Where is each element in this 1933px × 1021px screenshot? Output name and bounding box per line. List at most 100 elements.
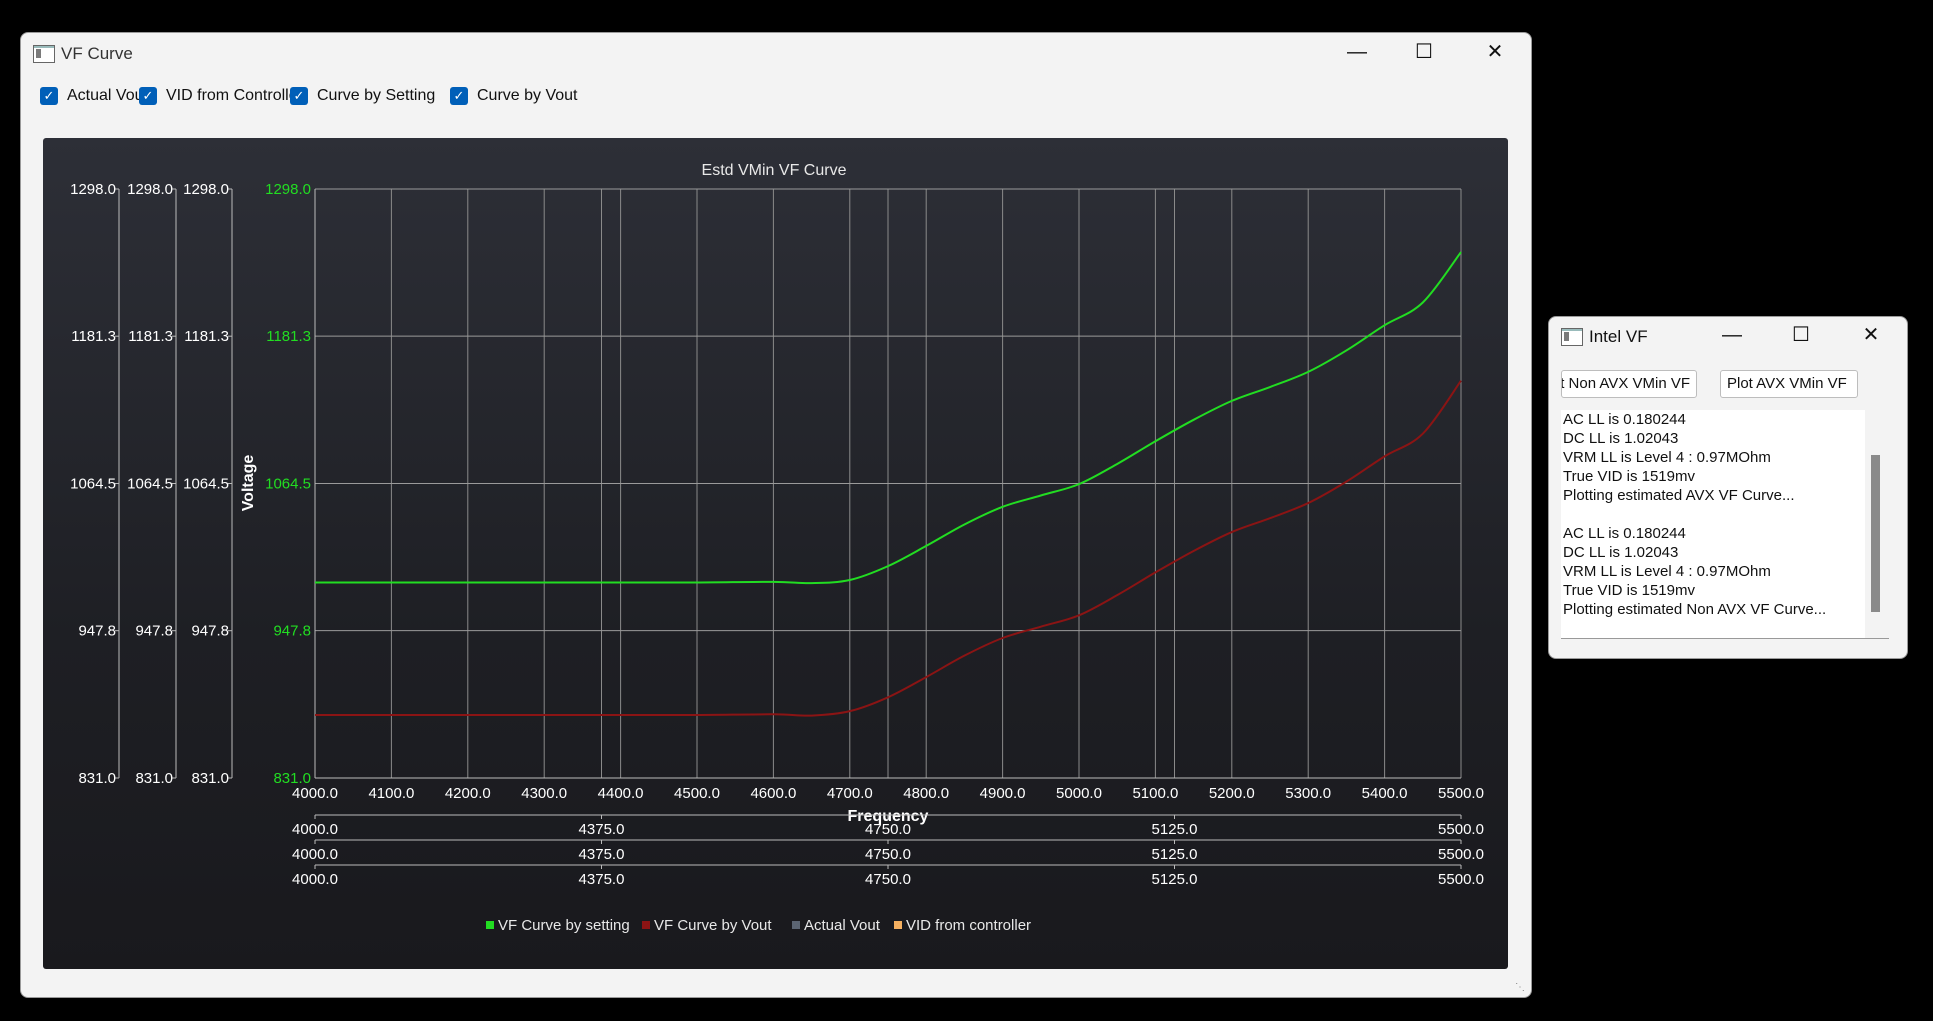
checkbox-check-icon: ✓ xyxy=(450,87,468,105)
y-axis-label: Voltage xyxy=(240,455,257,512)
x-tick-label: 5500.0 xyxy=(1438,846,1484,863)
x-tick-label: 4400.0 xyxy=(598,785,644,802)
log-line: VRM LL is Level 4 : 0.97MOhm xyxy=(1563,563,1771,580)
chart-panel: Estd VMin VF Curve Voltage Frequency 400… xyxy=(43,138,1508,969)
x-tick-label: 4750.0 xyxy=(865,871,911,888)
y-tick-label: 947.8 xyxy=(273,623,311,640)
checkbox-label: VID from Controller xyxy=(166,87,291,104)
y-tick-label: 1064.5 xyxy=(183,476,229,493)
checkbox-actual-vout[interactable]: ✓ Actual Vout xyxy=(40,85,144,107)
log-line: True VID is 1519mv xyxy=(1563,582,1695,599)
log-output[interactable]: AC LL is 0.180244 DC LL is 1.02043 VRM L… xyxy=(1561,410,1865,638)
x-tick-label: 5100.0 xyxy=(1132,785,1178,802)
x-tick-label: 5125.0 xyxy=(1152,846,1198,863)
checkbox-check-icon: ✓ xyxy=(139,87,157,105)
legend-label: Actual Vout xyxy=(804,917,881,934)
plot-non-avx-label: Plot Non AVX VMin VF xyxy=(1562,375,1690,392)
x-tick-label: 4375.0 xyxy=(579,846,625,863)
log-line: DC LL is 1.02043 xyxy=(1563,430,1679,447)
x-tick-label: 5500.0 xyxy=(1438,785,1484,802)
checkbox-label: Actual Vout xyxy=(67,87,144,104)
y-tick-label: 1181.3 xyxy=(266,328,311,345)
x-tick-label: 4750.0 xyxy=(865,846,911,863)
y-tick-label: 1181.3 xyxy=(71,328,116,345)
y-tick-label: 1298.0 xyxy=(70,181,116,198)
x-tick-label: 5200.0 xyxy=(1209,785,1255,802)
x-tick-label: 5000.0 xyxy=(1056,785,1102,802)
log-line: AC LL is 0.180244 xyxy=(1563,525,1686,542)
vf-chart: Estd VMin VF Curve Voltage Frequency 400… xyxy=(70,162,1484,934)
minimize-icon[interactable]: — xyxy=(1719,322,1745,348)
x-tick-label: 4800.0 xyxy=(903,785,949,802)
y-tick-label: 831.0 xyxy=(78,770,116,787)
y-tick-label: 831.0 xyxy=(191,770,229,787)
checkbox-label: Curve by Setting xyxy=(317,87,436,104)
checkbox-vid-from-controller[interactable]: ✓ VID from Controller xyxy=(139,85,291,107)
plot-avx-label: Plot AVX VMin VF xyxy=(1727,375,1847,392)
log-line: Plotting estimated AVX VF Curve... xyxy=(1563,487,1795,504)
checkbox-check-icon: ✓ xyxy=(40,87,58,105)
checkbox-label: Curve by Vout xyxy=(477,87,578,104)
log-line: Plotting estimated Non AVX VF Curve... xyxy=(1563,601,1827,618)
y-tick-label: 1181.3 xyxy=(128,328,173,345)
x-tick-label: 5500.0 xyxy=(1438,821,1484,838)
y-tick-label: 1298.0 xyxy=(183,181,229,198)
y-tick-label: 1064.5 xyxy=(70,476,116,493)
maximize-icon[interactable]: ☐ xyxy=(1788,322,1814,348)
x-tick-label: 4375.0 xyxy=(579,871,625,888)
x-tick-label: 4000.0 xyxy=(292,871,338,888)
log-bottom-border xyxy=(1561,638,1889,639)
close-icon[interactable]: ✕ xyxy=(1858,322,1884,348)
side-titlebar[interactable]: Intel VF — ☐ ✕ xyxy=(1549,317,1907,361)
y-tick-label: 947.8 xyxy=(191,623,229,640)
x-tick-label: 4600.0 xyxy=(750,785,796,802)
x-tick-label: 4200.0 xyxy=(445,785,491,802)
plot-non-avx-button[interactable]: Plot Non AVX VMin VF xyxy=(1561,370,1697,398)
main-titlebar[interactable]: VF Curve — ☐ ✕ xyxy=(21,33,1531,77)
y-tick-label: 1181.3 xyxy=(184,328,229,345)
x-tick-label: 4375.0 xyxy=(579,821,625,838)
y-tick-label: 1064.5 xyxy=(265,476,311,493)
y-tick-label: 1064.5 xyxy=(127,476,173,493)
x-tick-label: 4000.0 xyxy=(292,785,338,802)
y-tick-label: 947.8 xyxy=(135,623,173,640)
log-line: AC LL is 0.180244 xyxy=(1563,411,1686,428)
y-tick-label: 831.0 xyxy=(273,770,311,787)
x-tick-label: 4900.0 xyxy=(980,785,1026,802)
resize-grip-icon[interactable]: ⋱ xyxy=(1515,982,1525,993)
legend-marker xyxy=(894,921,902,929)
x-tick-label: 4100.0 xyxy=(368,785,414,802)
maximize-icon[interactable]: ☐ xyxy=(1411,39,1437,65)
y-tick-label: 1298.0 xyxy=(265,181,311,198)
app-icon xyxy=(1561,328,1583,346)
x-tick-label: 4000.0 xyxy=(292,846,338,863)
minimize-icon[interactable]: — xyxy=(1344,39,1370,65)
x-tick-label: 5400.0 xyxy=(1362,785,1408,802)
x-tick-label: 4000.0 xyxy=(292,821,338,838)
app-icon xyxy=(33,45,55,63)
legend-label: VF Curve by setting xyxy=(498,917,630,934)
chart-title: Estd VMin VF Curve xyxy=(702,162,847,179)
x-tick-label: 5125.0 xyxy=(1152,821,1198,838)
x-tick-label: 4750.0 xyxy=(865,821,911,838)
legend-marker xyxy=(792,921,800,929)
log-line: VRM LL is Level 4 : 0.97MOhm xyxy=(1563,449,1771,466)
y-tick-label: 947.8 xyxy=(78,623,116,640)
x-tick-label: 4500.0 xyxy=(674,785,720,802)
side-window-title: Intel VF xyxy=(1589,327,1648,346)
legend-marker xyxy=(642,921,650,929)
checkbox-curve-by-vout[interactable]: ✓ Curve by Vout xyxy=(450,85,578,107)
y-tick-label: 831.0 xyxy=(135,770,173,787)
checkbox-curve-by-setting[interactable]: ✓ Curve by Setting xyxy=(290,85,435,107)
legend-label: VF Curve by Vout xyxy=(654,917,772,934)
legend-label: VID from controller xyxy=(906,917,1031,934)
plot-avx-button[interactable]: Plot AVX VMin VF xyxy=(1720,370,1858,398)
x-tick-label: 4700.0 xyxy=(827,785,873,802)
close-icon[interactable]: ✕ xyxy=(1482,39,1508,65)
x-tick-label: 5300.0 xyxy=(1285,785,1331,802)
legend-marker xyxy=(486,921,494,929)
log-scrollbar[interactable] xyxy=(1871,455,1880,612)
y-tick-label: 1298.0 xyxy=(127,181,173,198)
checkbox-check-icon: ✓ xyxy=(290,87,308,105)
